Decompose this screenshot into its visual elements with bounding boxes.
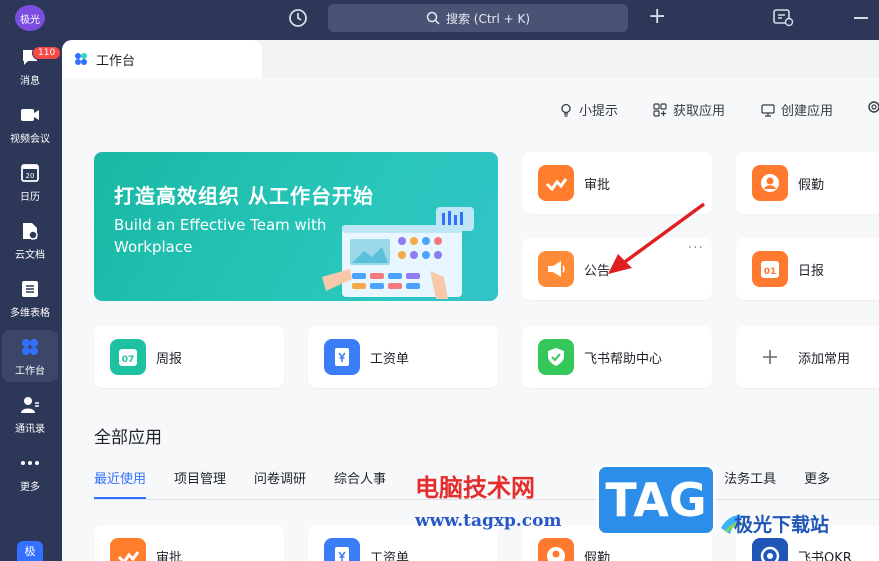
watermark-site-name: 电脑技术网 — [415, 473, 535, 502]
history-icon[interactable] — [287, 7, 309, 29]
get-app-label: 获取应用 — [673, 104, 726, 119]
create-app-label: 创建应用 — [781, 104, 834, 119]
workplace-tab-icon — [75, 53, 87, 65]
main-panel: 工作台 小提示 获取应用 创建应用 打造高效组织 从工作台开始 Build an… — [62, 40, 879, 561]
salary-icon — [324, 538, 360, 561]
tab-survey[interactable]: 问卷调研 — [254, 464, 306, 499]
search-label: 搜索 (Ctrl + K) — [445, 11, 531, 26]
tenant-avatar[interactable]: 极 — [17, 541, 43, 561]
tab-label: 工作台 — [96, 53, 136, 69]
tips-link[interactable]: 小提示 — [559, 100, 618, 119]
leave-icon — [752, 165, 788, 201]
app-label: 添加常用 — [798, 351, 851, 367]
tab-hr[interactable]: 综合人事 — [334, 464, 386, 499]
svg-text:20: 20 — [26, 172, 35, 180]
tab-recent[interactable]: 最近使用 — [94, 464, 147, 499]
sidebar-item-label: 工作台 — [15, 365, 45, 377]
daily-report-icon: 01 — [752, 251, 788, 287]
app-label: 日报 — [798, 263, 825, 279]
minimize-icon[interactable] — [854, 17, 868, 19]
sidebar-item-contacts[interactable]: 通讯录 — [2, 388, 58, 440]
tab-more[interactable]: 更多 — [804, 464, 830, 499]
sidebar-item-label: 更多 — [20, 481, 40, 493]
app-card-weekly[interactable]: 07 周报 — [94, 326, 284, 388]
help-shield-icon — [538, 339, 574, 375]
workplace-banner[interactable]: 打造高效组织 从工作台开始 Build an Effective Team wi… — [94, 152, 498, 301]
weekly-report-icon: 07 — [110, 339, 146, 375]
annotation-arrow — [608, 202, 706, 274]
app-card-help-center[interactable]: 飞书帮助中心 — [522, 326, 712, 388]
approval-icon — [110, 538, 146, 561]
settings-icon[interactable] — [867, 100, 879, 114]
okr-icon — [752, 538, 788, 561]
approval-icon — [538, 165, 574, 201]
sidebar-item-label: 云文档 — [15, 249, 45, 261]
tab-workplace[interactable]: 工作台 — [62, 40, 262, 78]
salary-icon — [324, 339, 360, 375]
sidebar-item-workplace[interactable]: 工作台 — [2, 330, 58, 382]
all-apps-title: 全部应用 — [94, 428, 162, 448]
sidebar-item-label: 视频会议 — [10, 133, 50, 145]
tips-label: 小提示 — [579, 104, 619, 119]
leave-icon — [538, 538, 574, 561]
svg-text:01: 01 — [764, 267, 777, 277]
megaphone-icon — [538, 251, 574, 287]
user-avatar[interactable]: 极光 — [15, 5, 45, 31]
monitor-icon — [761, 103, 775, 117]
sidebar: 消息 110 视频会议 20 日历 云文档 多维表格 工作台 通讯录 更多 — [0, 38, 62, 561]
tab-legal[interactable]: 法务工具 — [724, 464, 776, 499]
sidebar-item-calendar[interactable]: 20 日历 — [2, 156, 58, 208]
recent-app-approval[interactable]: 审批 — [94, 525, 284, 561]
sidebar-item-messages[interactable]: 消息 110 — [2, 40, 62, 92]
watermark-logo-text: 极光下载站 — [734, 514, 830, 536]
app-label: 审批 — [584, 177, 611, 193]
sidebar-item-label: 日历 — [20, 191, 40, 203]
cloud-doc-icon — [23, 222, 38, 240]
sidebar-item-bitable[interactable]: 多维表格 — [2, 272, 58, 324]
sidebar-item-label: 消息 — [20, 75, 40, 87]
sidebar-item-docs[interactable]: 云文档 — [2, 214, 58, 266]
sidebar-item-more[interactable]: 更多 — [2, 446, 58, 498]
app-card-salary[interactable]: 工资单 — [308, 326, 498, 388]
tab-project[interactable]: 项目管理 — [174, 464, 226, 499]
add-favorite-button[interactable]: 添加常用 — [736, 326, 879, 388]
contacts-icon — [21, 396, 39, 413]
watermark-url: www.tagxp.com — [415, 511, 562, 531]
plus-icon[interactable]: + — [648, 6, 666, 28]
app-label: 假勤 — [584, 550, 611, 561]
watermark-tag-logo: TAG — [596, 464, 716, 536]
app-label: 工资单 — [370, 550, 410, 561]
workplace-icon — [22, 338, 38, 355]
app-label: 周报 — [156, 351, 183, 367]
table-icon — [22, 280, 38, 297]
sidebar-item-video[interactable]: 视频会议 — [2, 98, 58, 150]
search-box[interactable]: 搜索 (Ctrl + K) — [328, 4, 628, 32]
lightbulb-icon — [561, 103, 571, 117]
more-dots-icon — [21, 460, 39, 465]
search-icon — [426, 11, 440, 25]
app-card-leave[interactable]: 假勤 — [736, 152, 879, 214]
sidebar-item-label: 多维表格 — [10, 307, 50, 319]
svg-text:07: 07 — [122, 355, 135, 365]
calendar-icon: 20 — [21, 163, 39, 182]
banner-illustration — [322, 207, 474, 299]
workplace-notice-icon[interactable] — [772, 8, 794, 28]
app-label: 飞书帮助中心 — [584, 351, 663, 367]
video-camera-icon — [21, 108, 39, 121]
app-label: 工资单 — [370, 351, 410, 367]
get-app-link[interactable]: 获取应用 — [653, 100, 725, 119]
apps-grid-icon — [653, 102, 667, 117]
app-label: 假勤 — [798, 177, 825, 193]
app-label: 审批 — [156, 550, 183, 561]
top-bar: 极光 搜索 (Ctrl + K) + — [0, 0, 879, 38]
create-app-link[interactable]: 创建应用 — [761, 100, 833, 119]
banner-title: 打造高效组织 从工作台开始 — [114, 184, 374, 208]
sidebar-item-label: 通讯录 — [15, 423, 45, 435]
plus-icon — [752, 339, 788, 375]
banner-subtitle: Build an Effective Team with Workplace — [114, 216, 327, 256]
app-card-daily[interactable]: 01 日报 — [736, 238, 879, 300]
unread-badge: 110 — [32, 46, 62, 60]
app-label: 飞书OKR — [798, 550, 852, 561]
